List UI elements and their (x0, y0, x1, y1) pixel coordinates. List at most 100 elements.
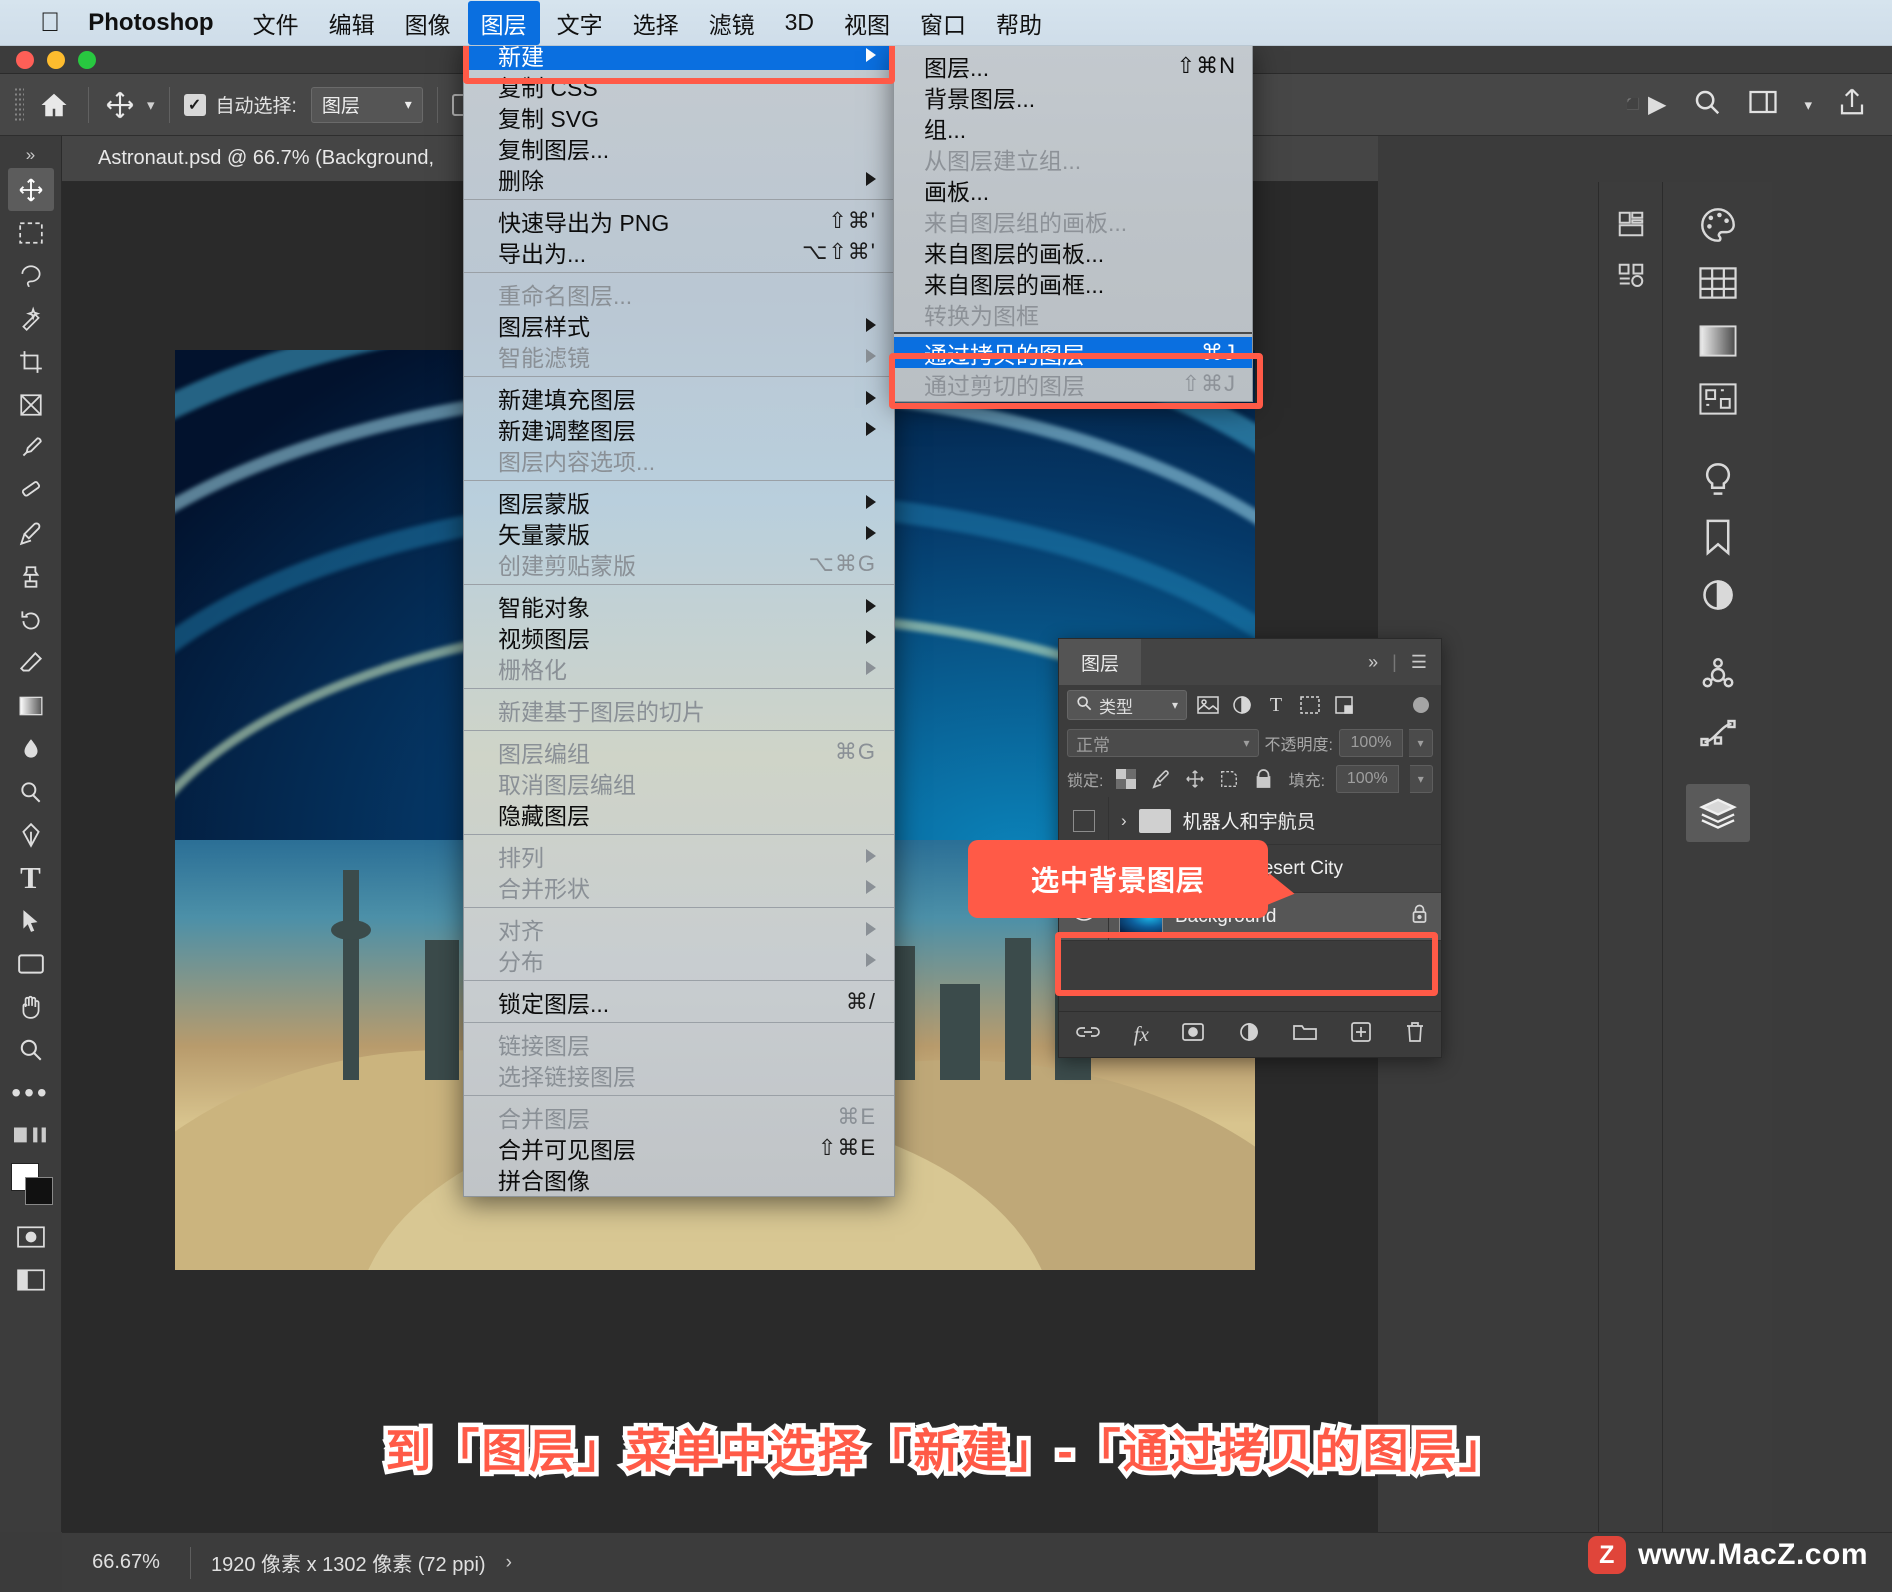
all-lock-icon[interactable] (1252, 767, 1275, 791)
foreground-background-color[interactable] (7, 1157, 55, 1215)
menu-item-quick-export-png[interactable]: 快速导出为 PNG ⇧⌘' (464, 205, 894, 236)
gradient-tool-icon[interactable] (8, 684, 54, 727)
search-icon[interactable] (1692, 87, 1722, 122)
menu-help[interactable]: 帮助 (983, 1, 1055, 45)
layer-visibility-toggle[interactable] (1059, 796, 1109, 845)
move-tool-icon[interactable] (103, 88, 137, 122)
zoom-tool-icon[interactable] (8, 1028, 54, 1071)
paint-lock-icon[interactable] (1149, 767, 1172, 791)
fx-icon[interactable]: fx (1134, 1022, 1149, 1047)
menu-view[interactable]: 视图 (831, 1, 903, 45)
menu-item-new-adjustment-layer[interactable]: 新建调整图层 (464, 413, 894, 444)
menu-item-export-as[interactable]: 导出为... ⌥⇧⌘' (464, 236, 894, 267)
workspace-chevron-down-icon[interactable]: ▾ (1804, 96, 1812, 114)
history-panel-icon[interactable] (1606, 198, 1656, 250)
more-tools-icon[interactable]: ••• (8, 1071, 54, 1114)
blend-mode-dropdown[interactable]: 正常 ▾ (1067, 729, 1259, 757)
submenu-item-artboard-from-layers[interactable]: 来自图层的画板... (894, 236, 1252, 267)
menu-filter[interactable]: 滤镜 (696, 1, 768, 45)
menu-item-duplicate-layer[interactable]: 复制图层... (464, 132, 894, 163)
brush-tool-icon[interactable] (8, 512, 54, 555)
menu-item-flatten-image[interactable]: 拼合图像 (464, 1163, 894, 1194)
history-brush-tool-icon[interactable] (8, 598, 54, 641)
hamburger-menu-icon[interactable]: ☰ (1411, 652, 1427, 673)
styles-panel-icon[interactable] (1686, 508, 1750, 566)
tab-layers[interactable]: 图层 (1059, 639, 1142, 685)
menu-3d[interactable]: 3D (772, 4, 827, 41)
link-layers-icon[interactable] (1075, 1023, 1101, 1047)
crop-tool-icon[interactable] (8, 340, 54, 383)
menu-item-copy-svg[interactable]: 复制 SVG (464, 101, 894, 132)
fill-chevron-down-icon[interactable]: ▾ (1409, 765, 1433, 793)
text-filter-icon[interactable]: T (1263, 692, 1289, 718)
chevron-right-icon[interactable]: › (1121, 811, 1127, 831)
close-window-button[interactable] (16, 51, 34, 69)
menu-item-new-fill-layer[interactable]: 新建填充图层 (464, 382, 894, 413)
workspace-icon[interactable] (1748, 89, 1778, 120)
adjustment-filter-icon[interactable] (1229, 692, 1255, 718)
shape-filter-icon[interactable] (1297, 692, 1323, 718)
submenu-item-layer[interactable]: 图层... ⇧⌘N (894, 50, 1252, 81)
menu-image[interactable]: 图像 (392, 1, 464, 45)
menu-item-vector-mask[interactable]: 矢量蒙版 (464, 517, 894, 548)
filter-type-dropdown[interactable]: 类型 ▾ (1067, 690, 1187, 720)
submenu-item-background-layer[interactable]: 背景图层... (894, 81, 1252, 112)
share-icon[interactable] (1838, 87, 1866, 122)
edit-toolbar-icon[interactable] (8, 1114, 54, 1157)
menu-layer[interactable]: 图层 (467, 0, 540, 45)
frame-tool-icon[interactable] (8, 383, 54, 426)
actions-panel-icon[interactable] (1686, 646, 1750, 704)
menu-item-hide-layers[interactable]: 隐藏图层 (464, 798, 894, 829)
move-lock-icon[interactable] (1183, 767, 1206, 791)
submenu-item-frame-from-layers[interactable]: 来自图层的画框... (894, 267, 1252, 298)
fill-value[interactable]: 100% (1336, 765, 1399, 793)
rectangle-tool-icon[interactable] (8, 942, 54, 985)
chevron-right-icon[interactable]: › (506, 1552, 512, 1574)
patterns-panel-icon[interactable] (1686, 370, 1750, 428)
quick-mask-icon[interactable] (8, 1215, 54, 1258)
opacity-chevron-down-icon[interactable]: ▾ (1409, 729, 1433, 757)
new-layer-icon[interactable] (1350, 1021, 1372, 1049)
navigator-panel-icon[interactable] (1606, 250, 1656, 302)
maximize-window-button[interactable] (78, 51, 96, 69)
menu-item-merge-visible[interactable]: 合并可见图层 ⇧⌘E (464, 1132, 894, 1163)
menu-item-layer-style[interactable]: 图层样式 (464, 309, 894, 340)
move-tool-icon[interactable] (7, 168, 54, 211)
submenu-item-artboard[interactable]: 画板... (894, 174, 1252, 205)
menu-item-smart-object[interactable]: 智能对象 (464, 590, 894, 621)
add-mask-icon[interactable] (1181, 1022, 1205, 1048)
menu-window[interactable]: 窗口 (907, 1, 979, 45)
lasso-tool-icon[interactable] (8, 254, 54, 297)
toolbar-collapse-icon[interactable]: » (26, 142, 35, 168)
options-bar-grip[interactable] (14, 86, 24, 123)
healing-brush-tool-icon[interactable] (8, 469, 54, 512)
submenu-item-layer-via-copy[interactable]: 通过拷贝的图层 ⌘J (894, 337, 1252, 368)
image-filter-icon[interactable] (1195, 692, 1221, 718)
menu-select[interactable]: 选择 (620, 1, 692, 45)
color-panel-icon[interactable] (1686, 196, 1750, 254)
artboard-lock-icon[interactable] (1218, 767, 1241, 791)
zoom-level[interactable]: 66.67% (62, 1551, 190, 1574)
move-tool-chevron-down-icon[interactable]: ▾ (147, 96, 155, 114)
layers-panel-icon[interactable] (1685, 784, 1750, 842)
menu-edit[interactable]: 编辑 (316, 1, 388, 45)
path-select-tool-icon[interactable] (8, 899, 54, 942)
smartobject-filter-icon[interactable] (1331, 692, 1357, 718)
blur-tool-icon[interactable] (8, 727, 54, 770)
clone-stamp-tool-icon[interactable] (8, 555, 54, 598)
opacity-value[interactable]: 100% (1339, 729, 1403, 757)
menu-item-copy-css[interactable]: 复制 CSS (464, 70, 894, 101)
pen-tool-icon[interactable] (8, 813, 54, 856)
submenu-item-group[interactable]: 组... (894, 112, 1252, 143)
dodge-tool-icon[interactable] (8, 770, 54, 813)
swatches-panel-icon[interactable] (1686, 254, 1750, 312)
menu-type[interactable]: 文字 (544, 1, 616, 45)
minimize-window-button[interactable] (47, 51, 65, 69)
quick-select-tool-icon[interactable] (8, 297, 54, 340)
new-submenu[interactable]: 图层... ⇧⌘N 背景图层... 组... 从图层建立组... 画板... 来自… (893, 45, 1253, 402)
type-tool-icon[interactable]: T (8, 856, 54, 899)
adjustment-layer-icon[interactable] (1238, 1021, 1260, 1049)
hand-tool-icon[interactable] (8, 985, 54, 1028)
properties-panel-icon[interactable] (1686, 566, 1750, 624)
video-camera-icon[interactable]: ◾▶ (1618, 90, 1666, 119)
